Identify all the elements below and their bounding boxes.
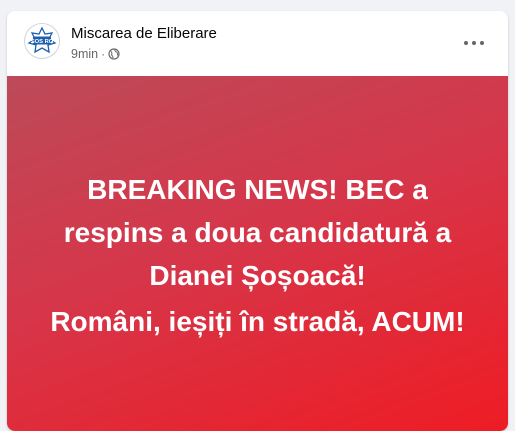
post-meta: 9min · [71, 46, 120, 62]
post-timestamp[interactable]: 9min [71, 46, 98, 62]
sos-logo-icon: SOS RO [27, 26, 57, 54]
headline-line: Dianei Șoșoacă! [149, 260, 366, 291]
more-dot [480, 41, 484, 45]
avatar-text: SOS RO [31, 39, 54, 45]
more-dot [464, 41, 468, 45]
headline-line: respins a doua candidatură a [63, 217, 452, 248]
post-card: SOS RO Miscarea de Eliberare 9min · BREA… [7, 11, 508, 431]
more-dot [472, 41, 476, 45]
call-to-action-text: Români, ieșiți în stradă, ACUM! [50, 306, 465, 337]
headline-line: BREAKING NEWS! BEC a [87, 174, 428, 205]
globe-icon[interactable] [108, 48, 120, 60]
meta-separator: · [101, 47, 106, 61]
more-options-button[interactable] [456, 31, 492, 55]
post-image[interactable]: BREAKING NEWS! BEC a respins a doua cand… [7, 76, 508, 431]
author-name[interactable]: Miscarea de Eliberare [71, 25, 217, 43]
page-avatar[interactable]: SOS RO [24, 23, 60, 59]
headline-text: BREAKING NEWS! BEC a respins a doua cand… [7, 168, 508, 297]
post-header: SOS RO Miscarea de Eliberare 9min · [7, 11, 508, 76]
